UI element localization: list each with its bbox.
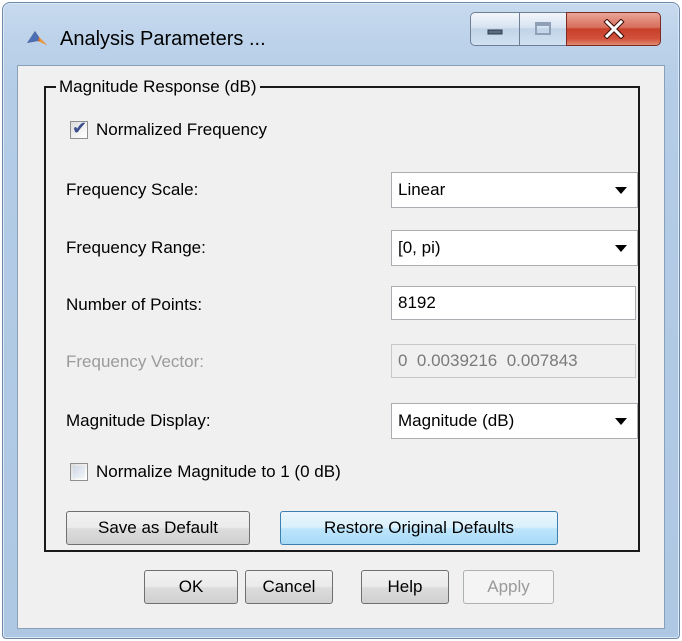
close-button[interactable] bbox=[566, 12, 661, 46]
magnitude-response-group: Magnitude Response (dB) ✔ Normalized Fre… bbox=[44, 76, 640, 552]
maximize-icon bbox=[535, 22, 551, 35]
matlab-icon bbox=[27, 31, 47, 45]
maximize-button[interactable] bbox=[519, 12, 567, 46]
frequency-scale-value: Linear bbox=[398, 180, 446, 199]
dialog-window: Analysis Parameters ... Magnitude Respon… bbox=[2, 2, 680, 639]
frequency-scale-label: Frequency Scale: bbox=[66, 180, 199, 199]
number-of-points-value: 8192 bbox=[398, 293, 436, 312]
minimize-icon bbox=[487, 29, 503, 35]
frequency-vector-input: 0 0.0039216 0.007843 bbox=[391, 344, 636, 378]
normalize-magnitude-checkbox-row[interactable]: Normalize Magnitude to 1 (0 dB) bbox=[70, 462, 341, 482]
minimize-button[interactable] bbox=[470, 12, 520, 46]
restore-original-defaults-button[interactable]: Restore Original Defaults bbox=[280, 511, 558, 545]
checkbox-fill bbox=[73, 466, 85, 478]
help-button[interactable]: Help bbox=[361, 570, 449, 604]
chevron-down-icon bbox=[615, 187, 627, 194]
frequency-range-select[interactable]: [0, pi) bbox=[391, 230, 638, 266]
magnitude-display-label: Magnitude Display: bbox=[66, 411, 211, 430]
normalized-frequency-checkbox[interactable]: ✔ bbox=[70, 118, 88, 139]
group-title: Magnitude Response (dB) bbox=[56, 76, 260, 98]
frequency-range-value: [0, pi) bbox=[398, 238, 441, 257]
frequency-vector-label: Frequency Vector: bbox=[66, 352, 204, 371]
normalized-frequency-checkbox-row[interactable]: ✔ Normalized Frequency bbox=[70, 118, 268, 140]
magnitude-display-value: Magnitude (dB) bbox=[398, 411, 515, 430]
title-bar[interactable]: Analysis Parameters ... bbox=[3, 3, 679, 65]
chevron-down-icon bbox=[615, 418, 627, 425]
normalized-frequency-label: Normalized Frequency bbox=[96, 120, 268, 139]
dialog-content: Magnitude Response (dB) ✔ Normalized Fre… bbox=[17, 65, 665, 629]
apply-button: Apply bbox=[463, 570, 554, 604]
normalize-magnitude-checkbox[interactable] bbox=[70, 463, 88, 481]
checkmark-icon: ✔ bbox=[72, 118, 88, 139]
chevron-down-icon bbox=[615, 245, 627, 252]
frequency-scale-select[interactable]: Linear bbox=[391, 172, 638, 208]
number-of-points-input[interactable]: 8192 bbox=[391, 286, 636, 320]
frequency-range-label: Frequency Range: bbox=[66, 238, 206, 257]
frequency-vector-value: 0 0.0039216 0.007843 bbox=[398, 351, 578, 370]
cancel-button[interactable]: Cancel bbox=[245, 570, 333, 604]
number-of-points-label: Number of Points: bbox=[66, 295, 203, 314]
save-as-default-button[interactable]: Save as Default bbox=[66, 511, 250, 545]
ok-button[interactable]: OK bbox=[144, 570, 238, 604]
close-icon bbox=[602, 19, 625, 39]
caption-buttons bbox=[470, 12, 664, 48]
normalize-magnitude-label: Normalize Magnitude to 1 (0 dB) bbox=[96, 462, 341, 481]
window-title: Analysis Parameters ... bbox=[60, 28, 266, 50]
magnitude-display-select[interactable]: Magnitude (dB) bbox=[391, 403, 638, 439]
